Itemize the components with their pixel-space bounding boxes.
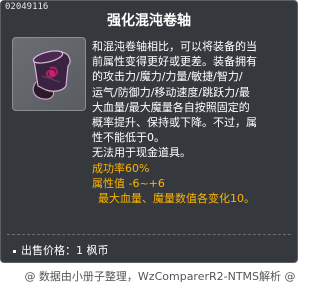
footer-credit: @ 数据由小册子整理，WzComparerR2-NTMS解析 @ bbox=[24, 270, 296, 283]
attribute-value: 属性值 -6~+6 bbox=[92, 176, 165, 190]
item-tooltip: 02049116 强化混沌卷轴 和混沌卷轴相比，可以将装备的当 前属性变得更好或… bbox=[0, 0, 298, 263]
success-rate: 成功率60% bbox=[92, 161, 150, 175]
description-line: 性不能低于0。 bbox=[92, 131, 165, 145]
bullet-icon bbox=[13, 249, 16, 253]
description-line: 大血量/最大魔量各自按照固定的 bbox=[92, 100, 250, 114]
item-description: 和混沌卷轴相比，可以将装备的当 前属性变得更好或更差。装备拥有 的攻击力/魔力/… bbox=[92, 39, 296, 206]
divider bbox=[7, 234, 291, 235]
description-line: 运气/防御力/移动速度/跳跃力/最 bbox=[92, 85, 250, 99]
hp-mp-note: 最大血量、魔量数值各变化10。 bbox=[98, 192, 255, 206]
sell-price: 出售价格：1 枫币 bbox=[13, 242, 109, 258]
scroll-icon bbox=[32, 50, 71, 100]
description-line: 无法用于现金道具。 bbox=[92, 146, 191, 160]
description-line: 概率提升、保持或下降。不过，属 bbox=[92, 116, 257, 130]
description-line: 前属性变得更好或更差。装备拥有 bbox=[92, 55, 257, 69]
sell-price-label: 出售价格：1 枫币 bbox=[21, 244, 109, 257]
item-title: 强化混沌卷轴 bbox=[107, 13, 191, 29]
item-icon-frame bbox=[12, 37, 86, 111]
description-line: 和混沌卷轴相比，可以将装备的当 bbox=[92, 40, 257, 53]
description-line: 的攻击力/魔力/力量/敏捷/智力/ bbox=[92, 70, 243, 84]
